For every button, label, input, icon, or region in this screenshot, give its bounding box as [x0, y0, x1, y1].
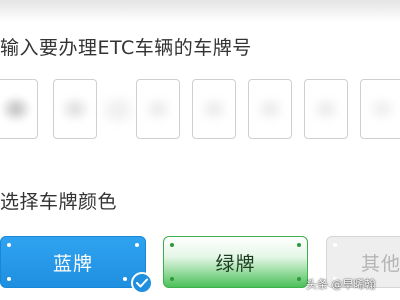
blurred-char [1, 96, 31, 122]
rivet [7, 243, 11, 247]
rivet [170, 277, 174, 281]
blurred-char [199, 96, 229, 122]
plate-char-slot-2[interactable] [53, 79, 97, 139]
etc-plate-form: 输入要办理ETC车辆的车牌号 选择车牌颜色 蓝牌 绿牌 其他 头条 @早晞翰 [0, 0, 400, 300]
rivet [333, 243, 337, 247]
plate-char-slot-4[interactable] [192, 79, 236, 139]
plate-number-prompt: 输入要办理ETC车辆的车牌号 [0, 37, 252, 59]
plate-number-input-row [0, 79, 400, 141]
plate-char-slot-5[interactable] [248, 79, 292, 139]
plate-char-slot-1[interactable] [0, 79, 38, 139]
blurred-char [60, 96, 90, 122]
plate-color-prompt: 选择车牌颜色 [0, 191, 118, 213]
plate-char-slot-6[interactable] [304, 79, 348, 139]
blue-plate-button[interactable]: 蓝牌 [0, 236, 146, 288]
other-plate-label: 其他 [361, 252, 400, 275]
rivet [7, 277, 11, 281]
green-plate-button[interactable]: 绿牌 [163, 236, 308, 288]
plate-char-slot-7[interactable] [360, 79, 400, 139]
blurred-char [311, 96, 341, 122]
rivet [135, 243, 139, 247]
watermark-text: 头条 @早晞翰 [306, 278, 376, 291]
green-plate-label: 绿牌 [215, 252, 256, 275]
blue-plate-label: 蓝牌 [52, 252, 93, 275]
selected-check-badge [131, 272, 153, 294]
check-icon [136, 278, 148, 288]
rivet [297, 243, 301, 247]
blurred-char [367, 96, 397, 122]
blurred-char [255, 96, 285, 122]
rivet [297, 277, 301, 281]
blurred-char [143, 96, 173, 122]
plate-char-slot-3[interactable] [136, 79, 180, 139]
rivet [170, 243, 174, 247]
top-fade [0, 0, 400, 22]
blurred-separator [98, 93, 138, 127]
rivet [123, 277, 127, 281]
